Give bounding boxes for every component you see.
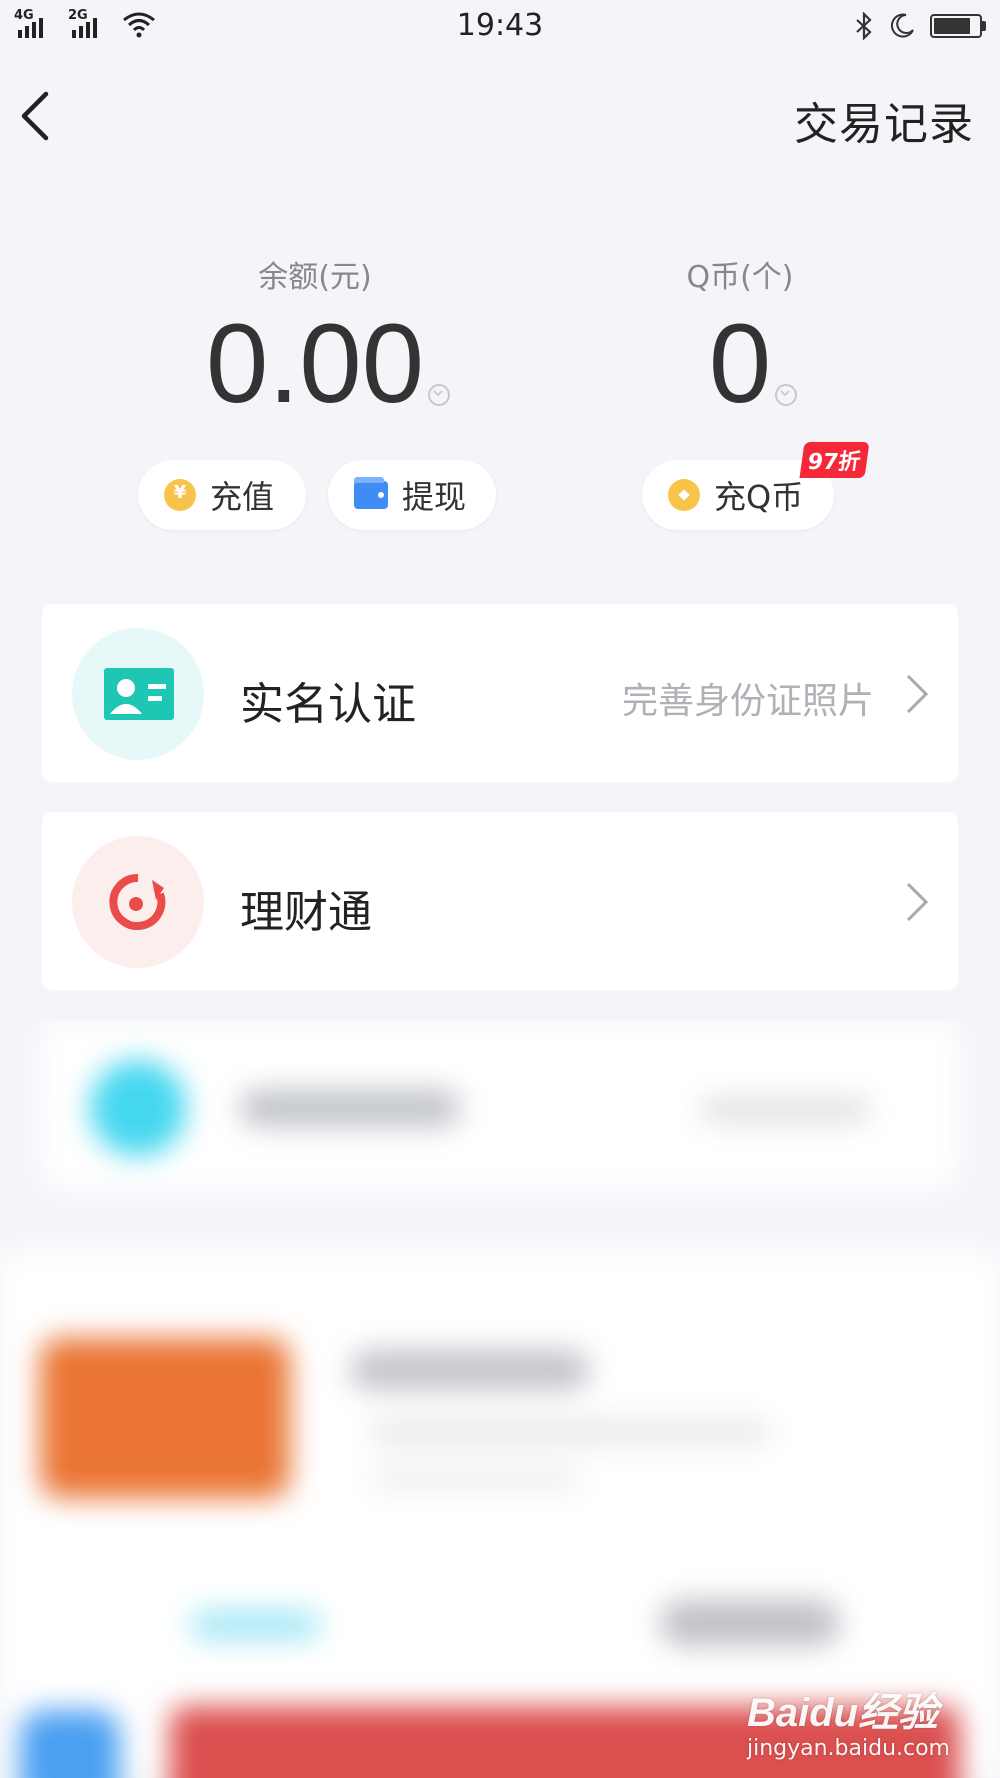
status-bar: 4G 2G 19:43 (0, 0, 1000, 52)
qcoin-label: Q币(个) (686, 260, 794, 295)
back-button[interactable] (16, 88, 62, 148)
bluetooth-icon (856, 12, 872, 40)
id-card-icon (72, 628, 204, 760)
status-right (854, 12, 986, 40)
chevron-right-icon (906, 882, 929, 922)
blurred-content (0, 1020, 1000, 1778)
list-item-real-name[interactable]: 实名认证 完善身份证照片 (42, 604, 958, 782)
watermark-sub: jingyan.baidu.com (746, 1736, 950, 1761)
recharge-label: 充值 (210, 478, 275, 516)
qcoin-icon (668, 479, 700, 511)
status-time: 19:43 (456, 8, 544, 43)
list-item-title: 实名认证 (240, 679, 416, 730)
wallet-icon (354, 477, 388, 509)
balance-section: 余额(元) 0.00 (150, 252, 480, 420)
qcoin-value: 0 (708, 301, 772, 426)
chevron-down-icon (775, 384, 798, 406)
transaction-records-link[interactable]: 交易记录 (794, 88, 974, 152)
watermark-main: Baidu经验 (746, 1691, 939, 1735)
chevron-left-icon (21, 91, 49, 141)
licaitong-icon (72, 836, 204, 968)
battery-icon (930, 14, 986, 38)
balance-label: 余额(元) (258, 260, 372, 295)
withdraw-button[interactable]: 提现 (328, 460, 496, 530)
recharge-button[interactable]: ¥ 充值 (138, 460, 306, 530)
list-item-subtitle: 完善身份证照片 (621, 681, 874, 722)
chevron-right-icon (906, 674, 929, 714)
chevron-down-icon (427, 384, 450, 406)
balance-amount[interactable]: 0.00 (206, 308, 450, 420)
qcoin-amount[interactable]: 0 (709, 308, 798, 420)
baidu-watermark: Baidu经验 jingyan.baidu.com (747, 1680, 950, 1761)
list-item-title: 理财通 (240, 887, 372, 938)
moon-icon (890, 13, 914, 38)
withdraw-label: 提现 (402, 478, 467, 516)
balance-value: 0.00 (206, 301, 424, 426)
buy-qcoin-label: 充Q币 (714, 478, 804, 516)
qcoin-section: Q币(个) 0 (600, 252, 880, 420)
discount-badge: 97折 (799, 442, 870, 478)
yuan-coin-icon: ¥ (164, 479, 196, 511)
list-item-licaitong[interactable]: 理财通 (42, 812, 958, 990)
